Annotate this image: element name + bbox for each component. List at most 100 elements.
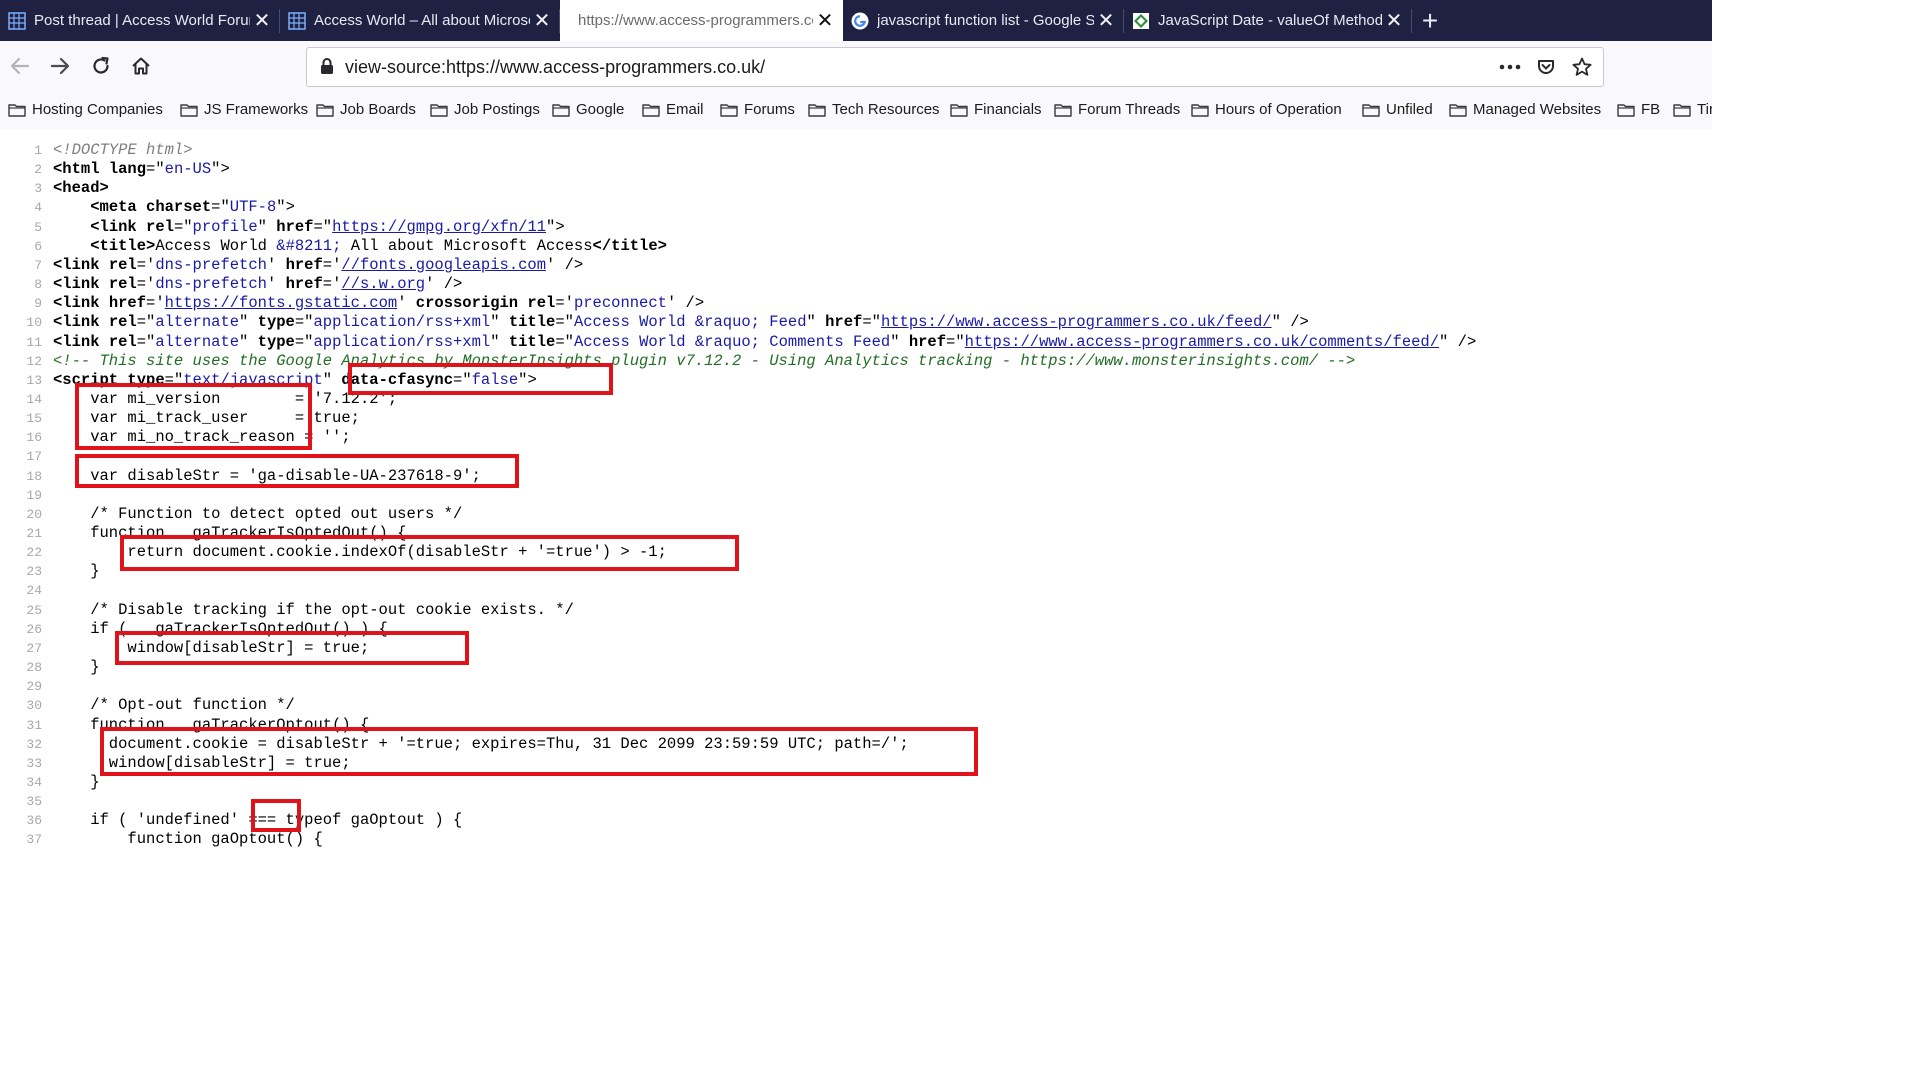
code-token: }	[53, 772, 100, 791]
bookmark-folder[interactable]: Hours of Operation	[1191, 101, 1342, 118]
google-icon	[851, 12, 869, 30]
line-code: }	[53, 772, 100, 792]
bookmark-folder[interactable]: Financials	[950, 101, 1042, 118]
line-number: 1	[34, 143, 42, 158]
reload-button[interactable]	[85, 50, 117, 82]
tab-close-icon[interactable]: ✕	[1382, 8, 1406, 33]
bookmark-star-icon[interactable]	[1569, 54, 1595, 80]
bookmark-folder[interactable]: Unfiled	[1362, 101, 1433, 118]
bookmark-folder[interactable]: Forum Threads	[1054, 101, 1180, 118]
tab-title: Access World – All about Microsoft Acces…	[314, 12, 530, 29]
bookmark-folder[interactable]: Google	[552, 101, 624, 118]
code-token: "	[490, 313, 509, 332]
tab-title: javascript function list - Google Search	[877, 12, 1094, 29]
code-token: ' />	[425, 275, 463, 294]
folder-icon	[8, 103, 26, 117]
annotation-highlight-box	[251, 799, 301, 832]
bookmark-label: FB	[1641, 101, 1661, 118]
source-link[interactable]: //s.w.org	[341, 275, 425, 293]
code-token: <link	[53, 313, 109, 332]
browser-tab[interactable]: Post thread | Access World Forums ✕	[0, 0, 280, 41]
url-bar[interactable]: view-source:https://www.access-programme…	[306, 47, 1604, 87]
line-code: <html lang="en-US">	[53, 160, 230, 179]
code-token: dns-prefetch	[155, 275, 267, 294]
code-token: type	[257, 332, 295, 351]
source-link[interactable]: https://fonts.gstatic.com	[165, 294, 398, 312]
pocket-icon[interactable]	[1533, 54, 1559, 80]
new-tab-button[interactable]: +	[1412, 0, 1448, 41]
code-token: application/rss+xml	[313, 313, 491, 332]
line-code: <link rel="profile" href="https://gmpg.o…	[53, 217, 564, 237]
code-token: ="	[294, 332, 314, 351]
folder-icon	[950, 103, 968, 117]
bookmark-folder[interactable]: JS Frameworks	[180, 101, 308, 118]
bookmark-folder[interactable]: Forums	[720, 101, 795, 118]
code-token: rel	[146, 217, 174, 236]
back-button[interactable]	[4, 50, 36, 82]
home-icon	[132, 57, 150, 75]
line-number: 24	[26, 583, 42, 599]
bookmark-folder[interactable]: Hosting Companies	[8, 101, 163, 118]
line-code: <head>	[53, 179, 109, 198]
source-link[interactable]: //fonts.googleapis.com	[341, 256, 546, 274]
browser-tab[interactable]: https://www.access-programmers.co.uk/✕	[560, 0, 843, 41]
source-link[interactable]: https://gmpg.org/xfn/11	[332, 218, 546, 236]
code-token: href	[276, 217, 314, 236]
line-number: 8	[34, 277, 42, 293]
code-token: '	[397, 294, 416, 313]
navigation-toolbar: view-source:https://www.access-programme…	[0, 41, 1712, 91]
line-number: 35	[26, 794, 42, 810]
bookmark-folder[interactable]: Managed Websites	[1449, 101, 1601, 118]
line-number: 29	[26, 679, 42, 695]
line-number: 37	[26, 832, 42, 848]
folder-icon	[180, 103, 198, 117]
bookmark-folder[interactable]: Job Boards	[316, 101, 416, 118]
code-token: ">	[211, 160, 230, 179]
bookmark-folder[interactable]: FB	[1617, 101, 1660, 118]
folder-icon	[1054, 103, 1072, 117]
code-token: href	[908, 332, 947, 351]
line-number: 31	[26, 717, 42, 733]
source-link[interactable]: https://www.access-programmers.co.uk/fee…	[881, 313, 1272, 331]
annotation-highlight-box	[115, 631, 469, 665]
url-text[interactable]: view-source:https://www.access-programme…	[345, 57, 765, 78]
source-link[interactable]: https://www.access-programmers.co.uk/com…	[965, 333, 1439, 351]
line-number: 20	[26, 506, 42, 522]
folder-icon	[1362, 103, 1380, 117]
browser-tab[interactable]: javascript function list - Google Search…	[843, 0, 1124, 41]
line-number: 33	[26, 755, 42, 771]
tab-close-icon[interactable]: ✕	[813, 8, 837, 33]
code-token: "	[257, 217, 277, 236]
code-token: <head>	[53, 179, 109, 198]
page-actions-icon[interactable]	[1497, 54, 1523, 80]
code-token: ='	[555, 294, 574, 313]
bookmark-folder[interactable]: Email	[642, 101, 704, 118]
code-token: ="	[555, 332, 574, 351]
grid-icon	[8, 11, 26, 30]
forward-button[interactable]	[44, 50, 76, 82]
bookmark-folder[interactable]: Tech Resources	[808, 101, 940, 118]
code-token: "	[490, 332, 509, 351]
browser-tab[interactable]: Access World – All about Microsoft Acces…	[280, 0, 560, 41]
code-token: Access World &raquo; Comments Feed	[573, 332, 891, 351]
no-favicon-icon	[568, 12, 570, 30]
tab-title: JavaScript Date - valueOf Method	[1158, 12, 1382, 29]
home-button[interactable]	[125, 50, 157, 82]
bookmark-label: Email	[666, 101, 704, 118]
tab-close-icon[interactable]: ✕	[530, 8, 554, 33]
line-number: 7	[34, 257, 42, 273]
browser-tab[interactable]: JavaScript Date - valueOf Method ✕	[1124, 0, 1412, 41]
tab-close-icon[interactable]: ✕	[1094, 8, 1118, 33]
bookmark-folder[interactable]: Job Postings	[430, 101, 540, 118]
bookmark-folder[interactable]: Tir	[1673, 101, 1712, 118]
code-token: ' />	[546, 255, 584, 274]
folder-icon	[642, 103, 660, 117]
tab-close-icon[interactable]: ✕	[250, 8, 274, 33]
bookmark-label: Forum Threads	[1078, 101, 1181, 118]
line-number: 18	[26, 468, 42, 484]
annotation-highlight-box	[348, 363, 613, 395]
code-token: ='	[136, 255, 156, 274]
line-code: function gaOptout() {	[53, 830, 322, 849]
lock-icon[interactable]	[319, 57, 335, 80]
